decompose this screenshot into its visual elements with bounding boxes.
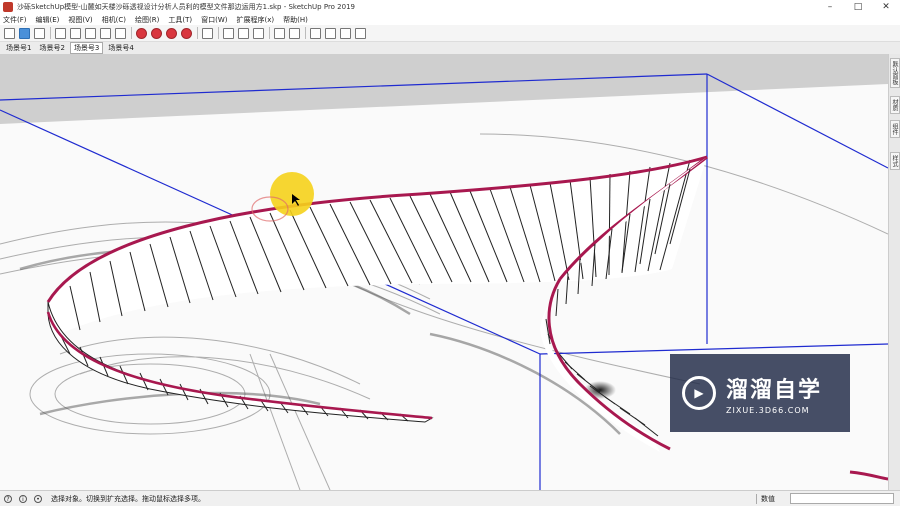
extension-warehouse-icon[interactable] [325, 27, 336, 39]
tape-measure-tool-icon[interactable] [202, 27, 213, 39]
menu-window[interactable]: 窗口(W) [201, 15, 227, 25]
select-tool-icon[interactable] [4, 27, 15, 39]
rectangle-tool-icon[interactable] [70, 27, 81, 39]
credits-icon[interactable]: i [19, 494, 27, 503]
orbit-tool-icon[interactable] [238, 27, 249, 39]
component-tool-icon[interactable] [19, 27, 30, 39]
title-bar: 沙砾SketchUp模型-山麓如天楼沙砾透视设计分析人员利的模型文件那边运用方1… [0, 0, 900, 14]
play-logo-icon: ▶ [682, 376, 716, 410]
tray-tab-default[interactable]: 默认面板 [890, 58, 900, 88]
menu-view[interactable]: 视图(V) [68, 15, 92, 25]
window-title: 沙砾SketchUp模型-山麓如天楼沙砾透视设计分析人员利的模型文件那边运用方1… [17, 3, 355, 11]
watermark-banner: ▶ 溜溜自学 ZIXUE.3D66.COM [670, 354, 850, 432]
toolbar-divider [50, 27, 51, 39]
toolbar-divider [197, 27, 198, 39]
tray-tab-materials[interactable]: 材质 [890, 96, 900, 114]
minimize-button[interactable]: – [816, 0, 844, 14]
eraser-tool-icon[interactable] [34, 27, 45, 39]
rotate-tool-icon[interactable] [151, 27, 162, 39]
polygon-tool-icon[interactable] [115, 27, 126, 39]
follow-me-tool-icon[interactable] [166, 27, 177, 39]
toolbar-divider [269, 27, 270, 39]
sketchup-app-icon [3, 2, 13, 12]
toolbar-divider [218, 27, 219, 39]
close-button[interactable]: ✕ [872, 0, 900, 14]
watermark-subtitle: ZIXUE.3D66.COM [726, 405, 810, 415]
toolbar-divider [131, 27, 132, 39]
maximize-button[interactable]: □ [844, 0, 872, 14]
zoom-extents-tool-icon[interactable] [289, 27, 300, 39]
menu-tools[interactable]: 工具(T) [168, 15, 192, 25]
extension-manager-icon[interactable] [355, 27, 366, 39]
measurements-input[interactable] [790, 493, 894, 504]
pan-tool-icon[interactable] [253, 27, 264, 39]
status-bar: ? i • 选择对象。切换到扩充选择。拖动鼠标选择多项。 数值 [0, 490, 900, 506]
measurements-label: 数值 [756, 494, 775, 504]
scene-tab-1[interactable]: 场景号1 [3, 43, 34, 53]
tray-tab-styles[interactable]: 样式 [890, 152, 900, 170]
menu-help[interactable]: 帮助(H) [283, 15, 308, 25]
tray-tab-components[interactable]: 组件 [890, 120, 900, 138]
instructor-icon[interactable]: • [34, 494, 42, 503]
circle-tool-icon[interactable] [85, 27, 96, 39]
toolbar-divider [305, 27, 306, 39]
default-tray: 默认面板 材质 组件 样式 [888, 54, 900, 490]
menu-bar: 文件(F) 编辑(E) 视图(V) 相机(C) 绘图(R) 工具(T) 窗口(W… [0, 14, 900, 25]
line-tool-icon[interactable] [55, 27, 66, 39]
scene-tabs: 场景号1 场景号2 场景号3 场景号4 [0, 42, 900, 54]
warehouse-icon[interactable] [310, 27, 321, 39]
paint-bucket-tool-icon[interactable] [223, 27, 234, 39]
scene-tab-2[interactable]: 场景号2 [36, 43, 67, 53]
geo-location-icon[interactable]: ? [4, 494, 12, 503]
watermark-title: 溜溜自学 [726, 377, 823, 403]
zoom-tool-icon[interactable] [274, 27, 285, 39]
main-toolbar [0, 25, 900, 42]
menu-draw[interactable]: 绘图(R) [135, 15, 159, 25]
scene-tab-3[interactable]: 场景号3 [69, 42, 104, 54]
menu-file[interactable]: 文件(F) [3, 15, 27, 25]
arc-tool-icon[interactable] [100, 27, 111, 39]
menu-extensions[interactable]: 扩展程序(x) [236, 15, 274, 25]
menu-edit[interactable]: 编辑(E) [36, 15, 60, 25]
scene-tab-4[interactable]: 场景号4 [105, 43, 136, 53]
status-message: 选择对象。切换到扩充选择。拖动鼠标选择多项。 [51, 494, 205, 503]
push-pull-tool-icon[interactable] [136, 27, 147, 39]
layout-icon[interactable] [340, 27, 351, 39]
scale-tool-icon[interactable] [181, 27, 192, 39]
menu-camera[interactable]: 相机(C) [102, 15, 126, 25]
